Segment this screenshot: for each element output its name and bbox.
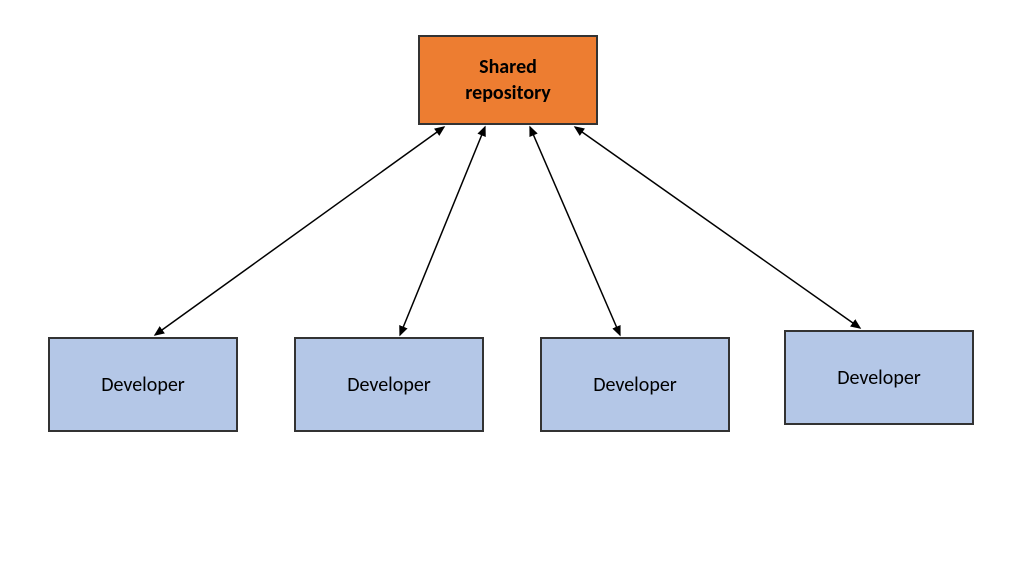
developer-node: Developer [48,337,238,432]
connection-line [575,127,860,328]
central-node: Shared repository [418,35,598,125]
connection-line [400,127,485,335]
central-node-label: Shared repository [465,54,551,106]
developer-node-label: Developer [347,373,431,397]
developer-node-label: Developer [837,366,921,390]
developer-node: Developer [784,330,974,425]
developer-node: Developer [540,337,730,432]
connection-line [530,127,620,335]
developer-node-label: Developer [101,373,185,397]
developer-node: Developer [294,337,484,432]
developer-node-label: Developer [593,373,677,397]
connection-line [155,127,444,335]
